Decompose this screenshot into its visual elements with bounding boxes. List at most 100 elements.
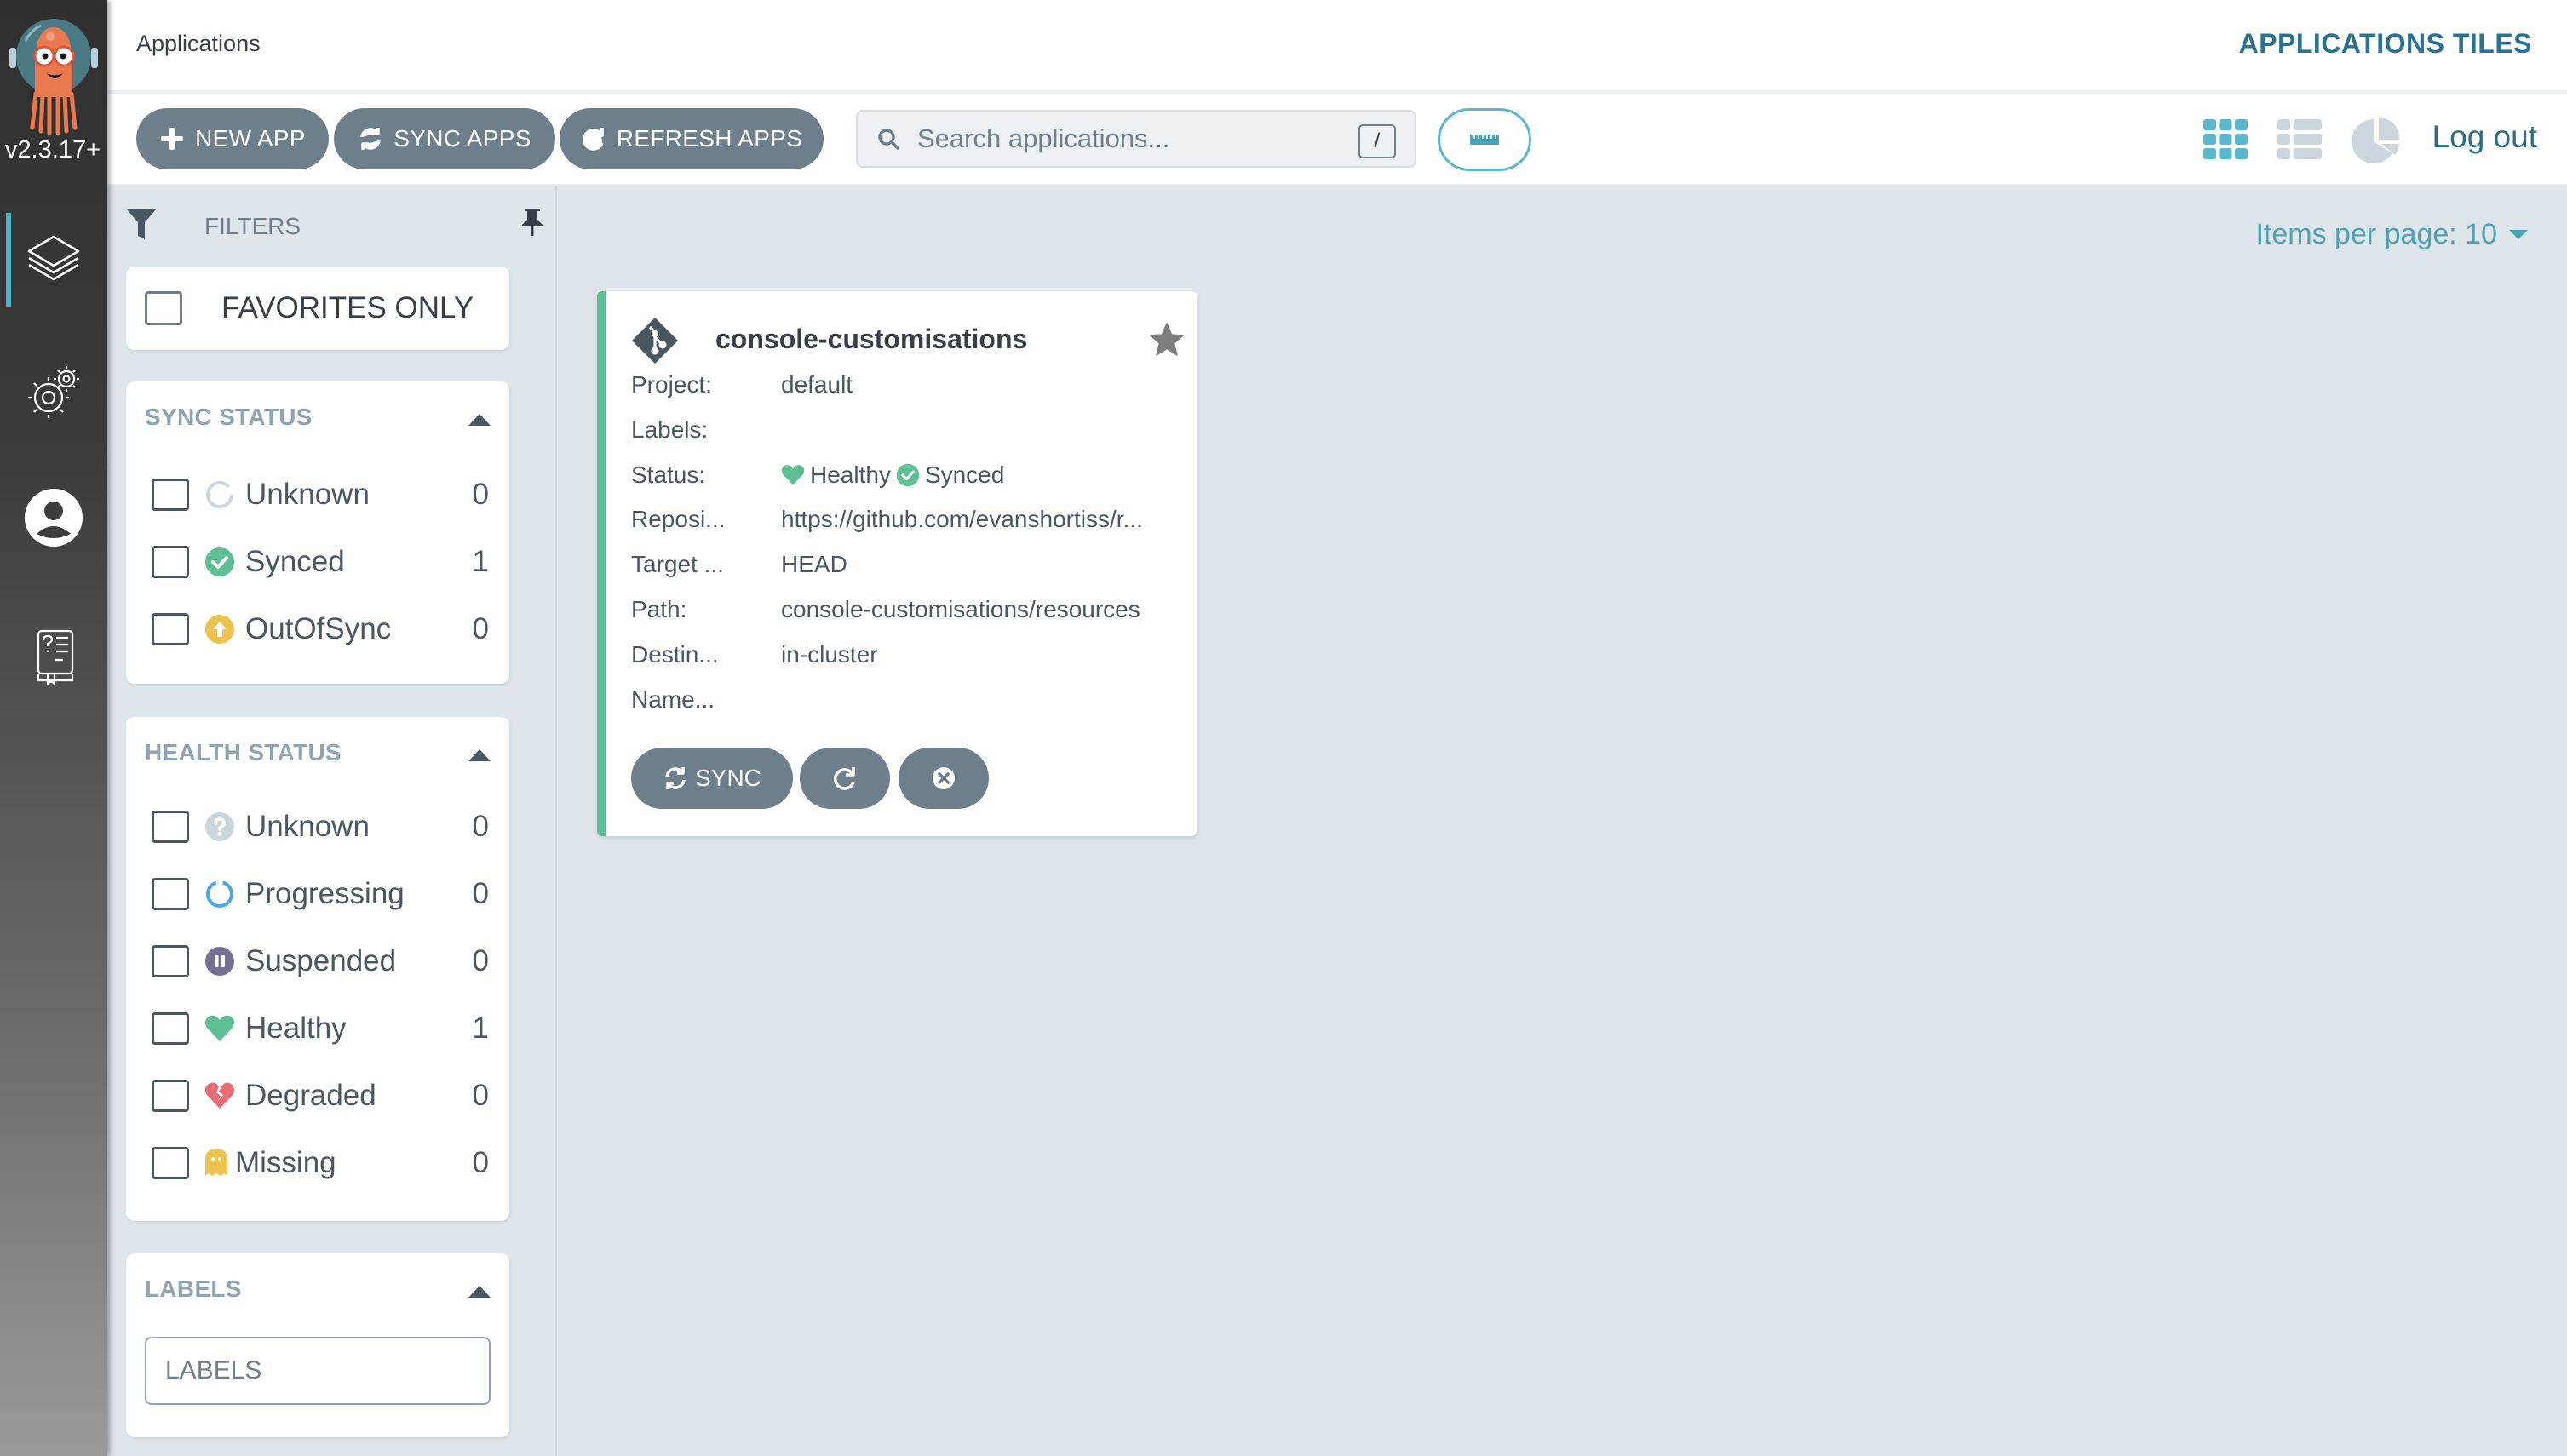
circle-notch-icon	[206, 481, 233, 508]
filters-panel: FILTERS FAVORITES ONLY SYNC STATUS Unkno…	[107, 186, 557, 1456]
summary-view-icon[interactable]	[2352, 116, 2400, 163]
refresh-icon	[834, 767, 855, 790]
checkbox[interactable]	[152, 811, 189, 843]
favorites-only-filter[interactable]: FAVORITES ONLY	[126, 267, 509, 350]
field-key: Status:	[631, 461, 706, 488]
filter-count: 0	[472, 612, 489, 645]
filter-item-suspended[interactable]: Suspended 0	[152, 940, 489, 983]
field-value: Healthy Synced	[781, 461, 1004, 489]
search-icon	[878, 129, 899, 150]
checkbox[interactable]	[152, 1080, 189, 1112]
filter-count: 0	[472, 478, 489, 511]
health-status: Healthy	[810, 461, 891, 488]
check-circle-icon	[896, 463, 920, 487]
git-icon	[632, 318, 678, 364]
checkbox[interactable]	[152, 613, 189, 645]
filter-label: Healthy	[245, 1012, 347, 1045]
app-refresh-button[interactable]	[800, 748, 890, 809]
labels-input[interactable]	[145, 1337, 491, 1405]
new-app-label: NEW APP	[195, 125, 306, 152]
field-repository: Reposi... https://github.com/evanshortis…	[631, 506, 1176, 540]
heart-broken-icon	[204, 1082, 235, 1109]
search-input[interactable]	[917, 123, 1326, 154]
filter-item-healthy[interactable]: Healthy 1	[152, 1007, 489, 1050]
field-value: console-customisations/resources	[781, 596, 1140, 622]
items-per-page-label: Items per page: 10	[2255, 218, 2497, 250]
app-name[interactable]: console-customisations	[715, 324, 1027, 355]
filter-item-sync-unknown[interactable]: Unknown 0	[152, 473, 489, 516]
nav-item-settings[interactable]	[0, 345, 107, 439]
field-labels: Labels:	[631, 416, 1176, 450]
filter-item-missing[interactable]: Missing 0	[152, 1142, 489, 1184]
favorites-checkbox[interactable]	[145, 291, 182, 325]
sync-icon	[360, 128, 381, 150]
collapse-caret-icon[interactable]	[468, 1286, 491, 1298]
gears-icon	[28, 366, 79, 418]
heart-icon	[781, 465, 805, 485]
collapse-caret-icon[interactable]	[468, 414, 491, 426]
docs-icon	[37, 629, 74, 685]
nav-item-user-info[interactable]	[0, 471, 107, 565]
app-sync-button[interactable]: SYNC	[631, 748, 793, 809]
checkbox[interactable]	[152, 479, 189, 511]
new-app-button[interactable]: NEW APP	[136, 108, 329, 169]
filter-count: 1	[472, 1012, 489, 1045]
page-title: Applications	[136, 31, 261, 56]
ruler-button[interactable]	[1438, 108, 1531, 171]
refresh-apps-label: REFRESH APPS	[616, 125, 803, 152]
list-view-icon[interactable]	[2276, 116, 2323, 163]
pin-icon[interactable]	[521, 208, 543, 237]
ghost-icon	[205, 1149, 227, 1176]
collapse-caret-icon[interactable]	[468, 749, 491, 761]
times-circle-icon	[933, 767, 955, 789]
checkbox[interactable]	[152, 1147, 189, 1179]
nav-item-documentation[interactable]	[0, 609, 107, 702]
items-per-page-dropdown[interactable]: Items per page: 10	[2255, 218, 2528, 251]
arrow-up-circle-icon	[205, 615, 234, 644]
filters-header: FILTERS	[126, 208, 543, 242]
filter-count: 1	[472, 545, 489, 578]
search-box[interactable]: /	[856, 110, 1416, 168]
favorite-star-icon[interactable]	[1149, 322, 1185, 358]
sync-label: SYNC	[695, 765, 761, 791]
checkbox[interactable]	[152, 1012, 189, 1045]
argo-logo[interactable]	[7, 15, 100, 135]
tiles-view-icon[interactable]	[2202, 116, 2249, 163]
filter-count: 0	[472, 877, 489, 910]
nav-item-applications[interactable]	[0, 213, 107, 307]
labels-filter: LABELS	[126, 1253, 509, 1437]
filter-label: Progressing	[245, 877, 405, 910]
checkbox[interactable]	[152, 546, 189, 578]
refresh-apps-button[interactable]: REFRESH APPS	[560, 108, 824, 169]
filter-label: Missing	[235, 1146, 336, 1179]
filter-item-degraded[interactable]: Degraded 0	[152, 1075, 489, 1117]
filter-item-outofsync[interactable]: OutOfSync 0	[152, 608, 489, 651]
user-icon	[25, 489, 83, 547]
filter-item-progressing[interactable]: Progressing 0	[152, 873, 489, 915]
checkbox[interactable]	[152, 878, 189, 910]
app-tile[interactable]: console-customisations Project: default …	[597, 291, 1197, 836]
logout-link[interactable]: Log out	[2432, 119, 2537, 155]
filter-item-health-unknown[interactable]: Unknown 0	[152, 805, 489, 848]
sync-icon	[665, 767, 686, 789]
filter-label: Unknown	[245, 810, 370, 843]
health-status-filter: HEALTH STATUS Unknown 0 Progressing 0 Su…	[126, 717, 509, 1221]
sync-status-title: SYNC STATUS	[145, 404, 313, 430]
circle-notch-icon	[206, 880, 233, 908]
filter-item-synced[interactable]: Synced 1	[152, 541, 489, 583]
plus-icon	[161, 128, 184, 150]
checkbox[interactable]	[152, 945, 189, 977]
sync-status: Synced	[924, 461, 1005, 488]
field-status: Status: Healthy Synced	[631, 461, 1176, 496]
sync-apps-button[interactable]: SYNC APPS	[334, 108, 555, 169]
app-delete-button[interactable]	[899, 748, 989, 809]
ruler-icon	[1470, 135, 1499, 145]
field-value: default	[781, 371, 853, 398]
filter-label: Suspended	[245, 944, 397, 977]
field-key: Destin...	[631, 641, 719, 668]
filters-title: FILTERS	[204, 213, 301, 239]
toolbar: NEW APP SYNC APPS REFRESH APPS /	[107, 94, 2567, 186]
question-circle-icon	[205, 812, 234, 841]
app-tile-header: console-customisations	[631, 317, 1185, 364]
sync-status-filter: SYNC STATUS Unknown 0 Synced 1 OutOfSync…	[126, 381, 509, 684]
